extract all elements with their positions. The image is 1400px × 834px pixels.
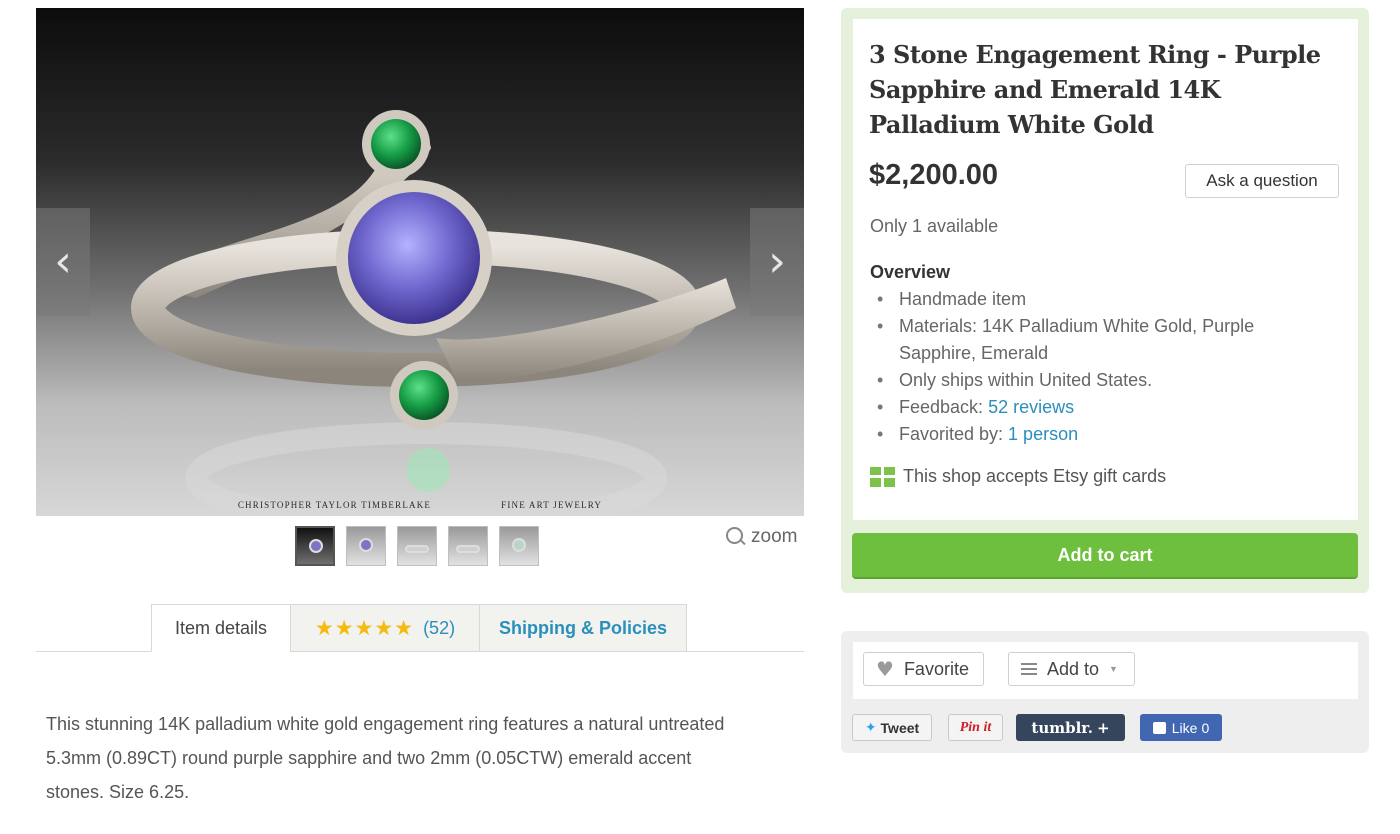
star-icon: ★	[394, 615, 414, 640]
thumbnail-strip	[295, 526, 539, 566]
ring-photo	[131, 110, 736, 516]
reviews-count: (52)	[423, 617, 456, 638]
zoom-label: zoom	[751, 526, 798, 547]
list-icon	[1021, 663, 1037, 675]
like-count: 0	[1201, 719, 1210, 736]
add-to-label: Add to	[1047, 658, 1100, 679]
gift-card-icon	[870, 466, 895, 487]
tweet-label: Tweet	[880, 719, 920, 736]
list-item: Only ships within United States.	[870, 367, 1330, 394]
tab-shipping-policies[interactable]: Shipping & Policies	[479, 604, 687, 652]
tab-shipping-label: Shipping & Policies	[498, 617, 668, 638]
tumblr-button[interactable]: tumblr. +	[1016, 714, 1125, 741]
plus-icon: +	[1097, 718, 1110, 737]
star-icon: ★	[354, 615, 374, 640]
chevron-right-icon: ›	[768, 236, 786, 287]
list-item: Favorited by: 1 person	[870, 421, 1330, 448]
overview-list: Handmade item Materials: 14K Palladium W…	[870, 286, 1330, 448]
feedback-label: Feedback:	[899, 397, 989, 417]
tab-reviews[interactable]: ★ ★ ★ ★ ★ (52)	[290, 604, 480, 652]
overview-heading: Overview	[870, 262, 951, 282]
thumbnail-5[interactable]	[499, 526, 539, 566]
gift-card-notice: This shop accepts Etsy gift cards	[870, 466, 1166, 487]
availability-text: Only 1 available	[870, 216, 999, 236]
tumblr-label: tumblr.	[1031, 718, 1094, 737]
favorited-link[interactable]: 1 person	[1008, 424, 1078, 444]
favorite-label: Favorite	[903, 658, 969, 679]
watermark-right: FINE ART JEWELRY	[501, 500, 603, 510]
gift-card-text: This shop accepts Etsy gift cards	[903, 466, 1167, 486]
star-icon: ★	[334, 615, 354, 640]
thumbnail-1[interactable]	[295, 526, 335, 566]
add-to-list-button[interactable]: Add to ▼	[1008, 652, 1135, 686]
next-image-button[interactable]: ›	[750, 208, 804, 316]
pin-label: Pin it	[959, 719, 992, 735]
facebook-like-button[interactable]: Like 0	[1140, 714, 1222, 741]
tab-item-details[interactable]: Item details	[151, 604, 291, 652]
rating-stars: ★ ★ ★ ★ ★	[314, 615, 414, 640]
previous-image-button[interactable]: ‹	[36, 208, 90, 316]
facebook-thumb-icon	[1152, 721, 1166, 734]
favorited-label: Favorited by:	[899, 424, 1009, 444]
tab-item-details-label: Item details	[174, 617, 268, 638]
favorite-button[interactable]: ♥ Favorite	[863, 652, 984, 686]
tweet-button[interactable]: ✦ Tweet	[852, 714, 932, 741]
add-to-cart-button[interactable]: Add to cart	[852, 533, 1358, 579]
caret-down-icon: ▼	[1109, 664, 1118, 674]
twitter-bird-icon: ✦	[864, 719, 877, 735]
list-item: Handmade item	[870, 286, 1330, 313]
like-label: Like	[1171, 719, 1198, 736]
thumbnail-2[interactable]	[346, 526, 386, 566]
star-icon: ★	[374, 615, 394, 640]
pin-it-button[interactable]: Pin it	[948, 714, 1003, 741]
magnifier-icon	[725, 526, 747, 548]
photo-watermark: CHRISTOPHER TAYLOR TIMBERLAKE FINE ART J…	[36, 500, 804, 510]
ask-question-button[interactable]: Ask a question	[1185, 164, 1339, 198]
listing-price: $2,200.00	[869, 159, 999, 191]
zoom-button[interactable]: zoom	[725, 526, 797, 548]
list-item: Feedback: 52 reviews	[870, 394, 1330, 421]
chevron-left-icon: ‹	[54, 236, 72, 287]
listing-title: 3 Stone Engagement Ring - Purple Sapphir…	[869, 40, 1321, 139]
list-item: Materials: 14K Palladium White Gold, Pur…	[870, 313, 1330, 367]
item-description: This stunning 14K palladium white gold e…	[46, 714, 725, 802]
thumbnail-3[interactable]	[397, 526, 437, 566]
star-icon: ★	[314, 615, 334, 640]
heart-icon: ♥	[876, 657, 894, 681]
watermark-left: CHRISTOPHER TAYLOR TIMBERLAKE	[237, 500, 432, 510]
reviews-link[interactable]: 52 reviews	[988, 397, 1074, 417]
thumbnail-4[interactable]	[448, 526, 488, 566]
product-image[interactable]: ‹ › CHRISTOPHER TAYLOR TIMBERLAKE FINE A…	[36, 8, 804, 516]
